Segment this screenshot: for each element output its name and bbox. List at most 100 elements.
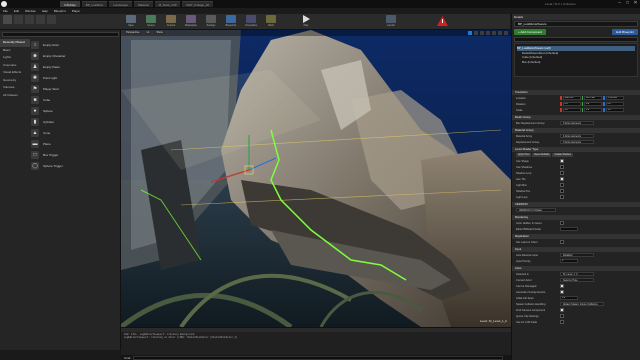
actor-name-field[interactable]: BP_LostRuinsTowers (514, 21, 638, 27)
version-field[interactable]: VERSION 6.3 Shader (516, 208, 556, 212)
number-field[interactable] (560, 227, 578, 231)
list-item[interactable]: ● Sphere (31, 105, 119, 116)
foliage-mode-icon[interactable] (36, 15, 45, 24)
reset-defaults-button[interactable]: Reset Defaults (532, 153, 552, 157)
category-item[interactable]: Volumes (0, 84, 30, 92)
save-button[interactable]: Save (125, 15, 137, 28)
camera-speed-icon[interactable] (498, 31, 502, 35)
build-button[interactable]: Build (265, 15, 277, 28)
number-field[interactable]: 0.0° (562, 102, 581, 106)
document-tab[interactable]: Material (134, 1, 153, 7)
details-tab[interactable]: Details (514, 15, 523, 19)
snap-icon[interactable] (492, 31, 496, 35)
array-dropdown[interactable]: 3 Array elements (560, 140, 594, 144)
list-item[interactable]: ▮ Cylinder (31, 116, 119, 127)
category-item[interactable]: Basic (0, 47, 30, 55)
geometry-mode-icon[interactable] (47, 15, 56, 24)
rotate-icon[interactable] (474, 31, 478, 35)
number-field[interactable]: 1.0 (584, 108, 602, 112)
checkbox[interactable] (560, 240, 564, 244)
checkbox[interactable] (560, 221, 564, 225)
category-item[interactable]: Visual Effects (0, 69, 30, 77)
launch-button[interactable]: Launch (385, 15, 397, 28)
auto-input-dropdown[interactable]: Disabled (560, 253, 594, 257)
property-value[interactable]: Always Spawn, Ignore Collisions (560, 302, 604, 306)
document-tab[interactable]: M_Rock_Cliff (154, 1, 181, 7)
content-button[interactable]: Content (165, 15, 177, 28)
warning-icon[interactable] (437, 16, 448, 27)
scale-icon[interactable] (480, 31, 484, 35)
checkbox[interactable] (560, 290, 564, 294)
checkbox[interactable] (560, 177, 564, 181)
array-dropdown[interactable]: 3 Array elements (560, 121, 594, 125)
category-item[interactable]: All Classes (0, 92, 30, 100)
cinematics-button[interactable]: Cinematics (245, 15, 257, 28)
category-item[interactable]: Recently Placed (0, 39, 30, 47)
number-field[interactable]: 1730.000 (605, 96, 624, 100)
play-button[interactable]: Play (300, 15, 312, 28)
component-search-input[interactable] (514, 37, 638, 42)
minimize-button[interactable]: – (617, 1, 622, 6)
number-field[interactable]: 0 (560, 259, 578, 263)
list-item[interactable]: ▲ Cone (31, 127, 119, 138)
search-input[interactable] (2, 32, 119, 37)
list-item[interactable]: ▬ Plane (31, 138, 119, 149)
checkbox[interactable] (560, 159, 564, 163)
document-tab[interactable]: BP_LostRuin (81, 1, 108, 7)
maximize-button[interactable]: □ (625, 1, 630, 6)
level-viewport[interactable]: Perspective Lit Show Level: SI_Level_1_b (121, 30, 511, 327)
array-dropdown[interactable]: 4 Array elements (560, 134, 594, 138)
checkbox[interactable] (560, 284, 564, 288)
list-item[interactable]: ■ Cube (31, 94, 119, 105)
landscape-mode-icon[interactable] (25, 15, 34, 24)
close-button[interactable]: ✕ (633, 1, 638, 6)
checkbox[interactable] (560, 189, 564, 193)
marketplace-button[interactable]: Marketplace (185, 15, 197, 28)
update-shaders-button[interactable]: Update Shaders (552, 153, 574, 157)
maximize-viewport-icon[interactable] (504, 31, 508, 35)
number-field[interactable]: 0.0° (605, 102, 624, 106)
checkbox[interactable] (560, 171, 564, 175)
source-control-button[interactable]: Source (145, 15, 157, 28)
property-value[interactable]: Select a Type (560, 278, 594, 282)
checkbox[interactable] (560, 320, 564, 324)
checkbox[interactable] (560, 183, 564, 187)
document-tab[interactable]: MAT_Foliage_02 (182, 1, 214, 7)
list-item[interactable]: ♟ Empty Pawn (31, 61, 119, 72)
apply-pixel-button[interactable]: Apply Pixel (516, 153, 532, 157)
number-field[interactable]: 0.0° (584, 102, 602, 106)
place-mode-icon[interactable] (3, 15, 12, 24)
command-input[interactable] (133, 355, 504, 360)
checkbox[interactable] (560, 165, 564, 169)
property-value[interactable]: SI_Level_1_b (560, 272, 594, 276)
document-tab[interactable]: CiffyMap (60, 1, 80, 7)
list-item[interactable]: ⚑ Player Start (31, 83, 119, 94)
list-item[interactable]: ☻ Empty Character (31, 50, 119, 61)
paint-mode-icon[interactable] (14, 15, 23, 24)
list-item[interactable]: ✺ Point Light (31, 72, 119, 83)
perspective-dropdown[interactable]: Perspective (124, 31, 142, 35)
checkbox[interactable] (560, 308, 564, 312)
show-dropdown[interactable]: Show (154, 31, 165, 35)
list-item[interactable]: □ Box Trigger (31, 149, 119, 160)
document-tab[interactable]: Landscape (109, 1, 132, 7)
lit-dropdown[interactable]: Lit (144, 31, 152, 35)
component-row[interactable]: Box (Inherited) (517, 60, 635, 65)
category-item[interactable]: Geometry (0, 77, 30, 85)
settings-button[interactable]: Settings (205, 15, 217, 28)
number-field[interactable]: 1026.437 (562, 96, 581, 100)
translate-icon[interactable] (468, 31, 472, 35)
number-field[interactable]: 1157.907 (584, 96, 602, 100)
list-item[interactable]: ○ Empty Actor (31, 39, 119, 50)
add-component-button[interactable]: + Add Component (514, 29, 547, 35)
edit-blueprint-button[interactable]: Edit Blueprint (612, 29, 638, 35)
category-item[interactable]: Cinematic (0, 62, 30, 70)
category-item[interactable]: Lights (0, 54, 30, 62)
list-item[interactable]: ◯ Sphere Trigger (31, 160, 119, 171)
checkbox[interactable] (560, 314, 564, 318)
checkbox[interactable] (560, 195, 564, 199)
world-local-icon[interactable] (486, 31, 490, 35)
number-field[interactable]: 1.0 (562, 108, 581, 112)
blueprints-button[interactable]: Blueprints (225, 15, 237, 28)
number-field[interactable]: 1.0 (605, 108, 624, 112)
